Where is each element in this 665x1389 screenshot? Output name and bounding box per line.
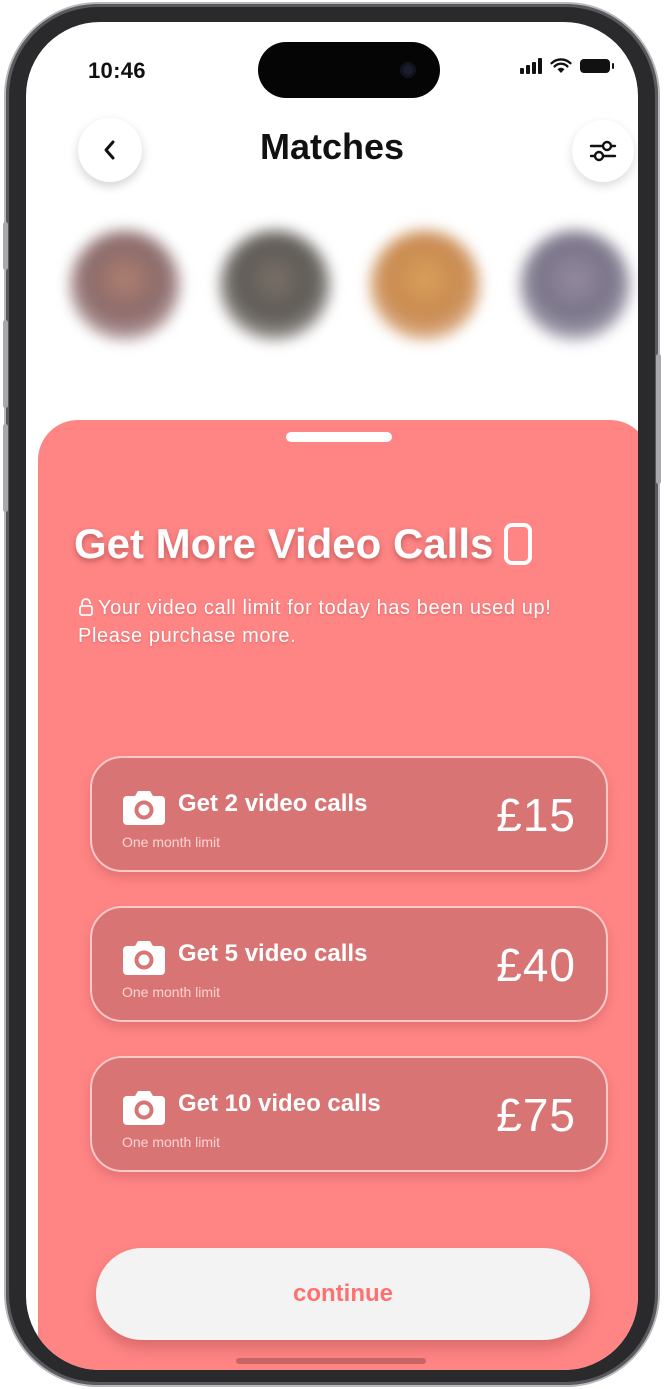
option-label: Get 5 video calls xyxy=(178,940,368,967)
signal-icon xyxy=(520,58,542,74)
continue-button[interactable]: continue xyxy=(96,1248,590,1340)
avatar[interactable] xyxy=(220,230,330,340)
smartphone-icon xyxy=(504,523,533,565)
camera-icon xyxy=(123,941,165,975)
lock-icon xyxy=(79,598,93,616)
option-price: £75 xyxy=(496,1089,576,1141)
option-price: £40 xyxy=(496,939,576,991)
volume-down-button xyxy=(3,424,8,512)
match-avatars xyxy=(26,212,638,342)
front-camera xyxy=(400,62,416,78)
option-price: £15 xyxy=(496,789,576,841)
sheet-description: Your video call limit for today has been… xyxy=(78,594,598,650)
option-subtitle: One month limit xyxy=(122,834,221,850)
volume-up-button xyxy=(3,320,8,408)
screen: 10:46 Matches Get More Video Calls Your … xyxy=(26,22,638,1370)
description-text: Your video call limit for today has been… xyxy=(78,597,552,647)
option-label: Get 2 video calls xyxy=(178,790,368,817)
sheet-grabber[interactable] xyxy=(286,432,392,442)
option-5-calls[interactable]: Get 5 video calls One month limit £40 xyxy=(90,906,608,1022)
purchase-sheet: Get More Video Calls Your video call lim… xyxy=(38,420,638,1370)
avatar[interactable] xyxy=(520,230,630,340)
camera-icon xyxy=(123,791,165,825)
status-icons xyxy=(520,58,614,74)
option-subtitle: One month limit xyxy=(122,984,221,1000)
battery-icon xyxy=(580,59,614,73)
option-2-calls[interactable]: Get 2 video calls One month limit £15 xyxy=(90,756,608,872)
dynamic-island xyxy=(258,42,440,98)
sliders-icon xyxy=(589,140,617,162)
page-title: Matches xyxy=(259,126,405,167)
sheet-title: Get More Video Calls xyxy=(74,520,533,568)
filter-button[interactable] xyxy=(572,120,634,182)
avatar[interactable] xyxy=(370,230,480,340)
camera-icon xyxy=(123,1091,165,1125)
action-button xyxy=(3,222,8,270)
sheet-title-text: Get More Video Calls xyxy=(74,520,494,567)
wifi-icon xyxy=(550,58,572,73)
status-time: 10:46 xyxy=(88,58,146,83)
home-indicator xyxy=(236,1358,426,1364)
option-10-calls[interactable]: Get 10 video calls One month limit £75 xyxy=(90,1056,608,1172)
option-label: Get 10 video calls xyxy=(178,1090,381,1117)
avatar[interactable] xyxy=(70,230,180,340)
power-button xyxy=(656,354,661,484)
option-subtitle: One month limit xyxy=(122,1134,221,1150)
